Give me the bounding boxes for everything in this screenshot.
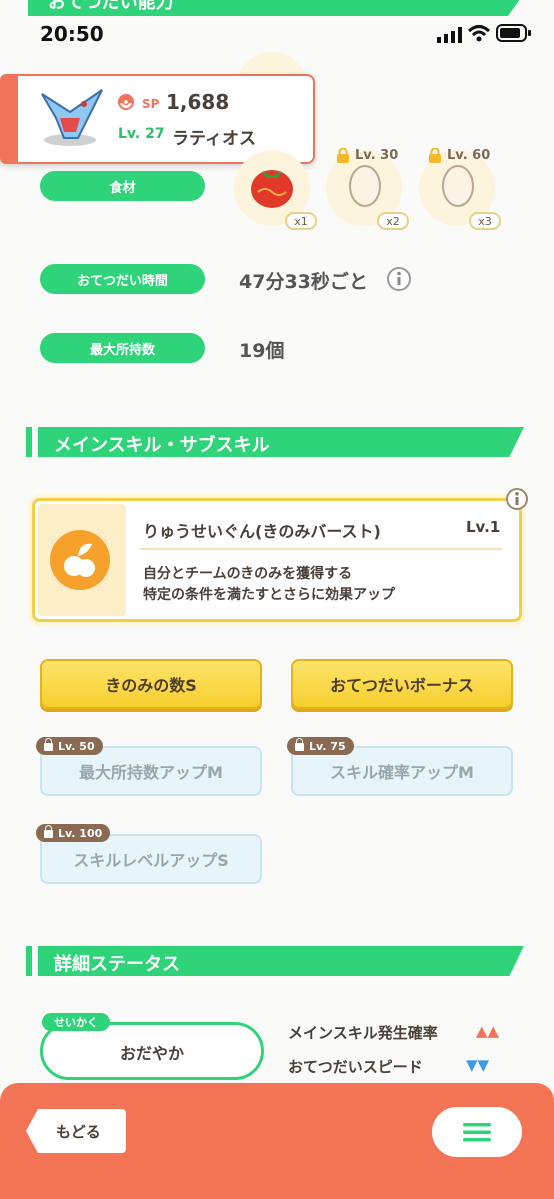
skill-section-header: メインスキル・サブスキル: [38, 427, 524, 457]
sp-value: 1,688: [166, 90, 230, 114]
main-skill-desc-1: 自分とチームのきのみを獲得する: [143, 566, 353, 582]
wifi-icon: [467, 24, 491, 46]
help-time-value: 47分33秒ごと: [239, 271, 368, 293]
pokeball-icon: [118, 94, 134, 114]
detail-section-header: 詳細ステータス: [38, 946, 524, 976]
nature-effect-up-arrows: ▲▲: [476, 1022, 500, 1040]
lock-level-tag: Lv. 75: [287, 737, 354, 755]
lock-level-text: Lv. 50: [58, 739, 95, 753]
section-marker: [26, 427, 32, 457]
menu-button[interactable]: [432, 1107, 522, 1157]
ingredients-label: 食材: [40, 171, 205, 201]
main-skill-level: Lv.1: [466, 518, 501, 536]
nature-effect-up-label: メインスキル発生確率: [288, 1024, 438, 1042]
main-skill-desc-2: 特定の条件を満たすとさらに効果アップ: [143, 587, 395, 603]
lock-icon: [44, 738, 53, 751]
lock-icon: [428, 147, 442, 168]
section-title: 詳細ステータス: [54, 954, 180, 975]
ingredient-qty-3: x3: [469, 212, 501, 230]
lock-icon: [336, 147, 350, 168]
ingredient-lock-level-2: Lv. 30: [355, 148, 399, 163]
sub-skill-button-2[interactable]: おてつだいボーナス: [291, 659, 513, 709]
egg-icon: [348, 161, 382, 211]
nature-value: おだやか: [119, 1044, 184, 1063]
menu-icon: [463, 1123, 491, 1142]
section-title: メインスキル・サブスキル: [54, 435, 270, 456]
sp-label: SP: [142, 97, 160, 111]
lock-level-tag: Lv. 50: [36, 737, 103, 755]
signal-icon: [437, 27, 463, 47]
tomato-icon: [248, 160, 296, 214]
sub-skill-button-1[interactable]: きのみの数S: [40, 659, 262, 709]
ingredient-lock-level-3: Lv. 60: [447, 148, 491, 163]
max-carry-value: 19個: [239, 340, 285, 362]
card-accent: [0, 74, 18, 164]
section-title: おてつだい能力: [48, 0, 174, 13]
lock-icon: [295, 738, 304, 751]
pokemon-name: ラティオス: [172, 129, 256, 149]
lock-level-tag: Lv. 100: [36, 824, 111, 842]
lock-level-text: Lv. 75: [309, 739, 346, 753]
back-button-label: もどる: [56, 1123, 101, 1141]
egg-icon: [441, 161, 475, 211]
ingredient-qty-2: x2: [377, 212, 409, 230]
top-section-header: おてつだい能力: [28, 0, 528, 16]
pokemon-sprite: [30, 82, 110, 158]
main-skill-name: りゅうせいぐん(きのみバースト): [143, 522, 381, 541]
pokemon-level: Lv. 27: [118, 126, 165, 142]
nature-effect-down-arrows: ▼▼: [466, 1056, 490, 1074]
lock-level-text: Lv. 100: [58, 826, 103, 840]
nature-tag: せいかく: [42, 1013, 110, 1031]
ingredient-qty-1: x1: [285, 212, 317, 230]
info-icon[interactable]: [386, 266, 412, 296]
max-carry-label: 最大所持数: [40, 333, 205, 363]
section-marker: [26, 946, 32, 976]
status-time: 20:50: [40, 22, 104, 46]
help-time-label: おてつだい時間: [40, 264, 205, 294]
nature-effect-down-label: おてつだいスピード: [288, 1058, 423, 1076]
berry-skill-icon: [48, 528, 112, 596]
battery-icon: [496, 24, 532, 46]
lock-icon: [44, 825, 53, 838]
divider: [140, 548, 502, 550]
info-icon[interactable]: [505, 487, 529, 515]
back-button[interactable]: もどる: [24, 1107, 128, 1155]
